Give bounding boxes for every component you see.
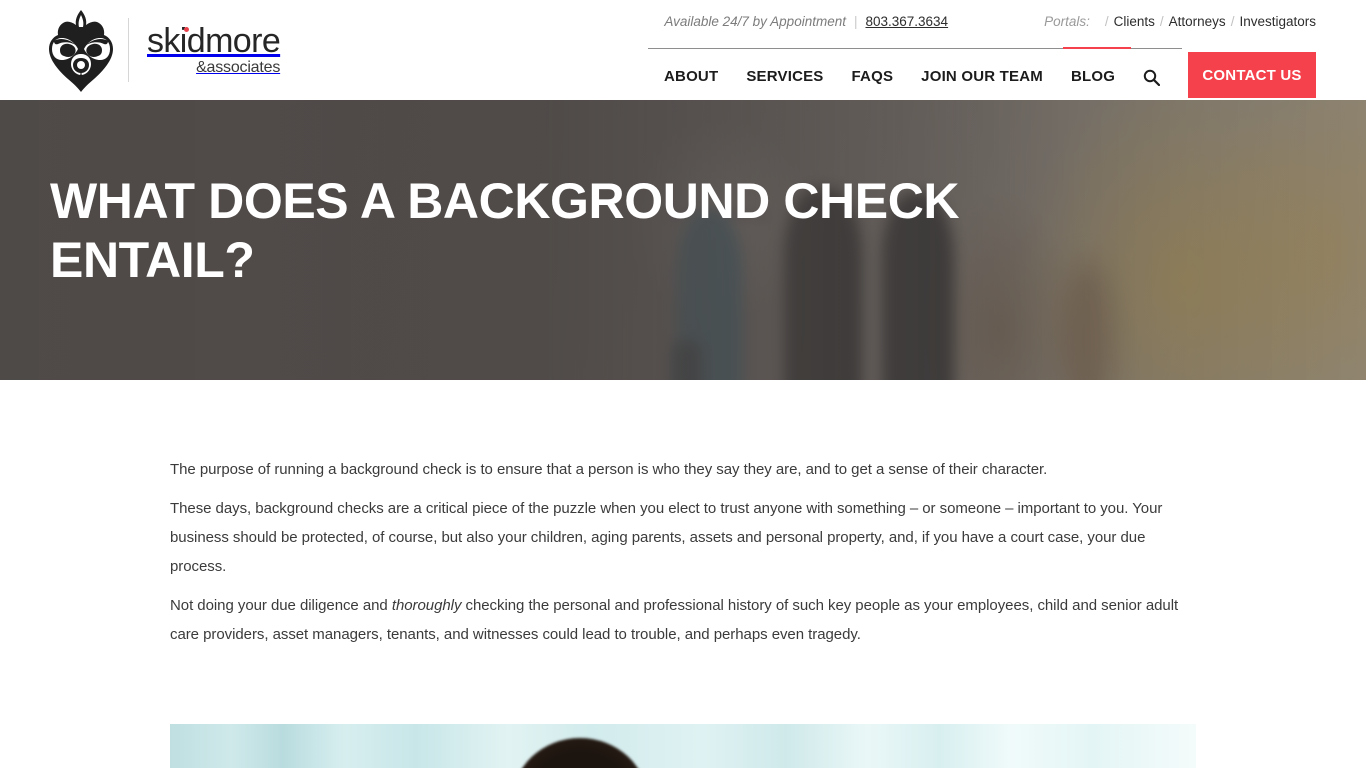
phone-link[interactable]: 803.367.3634 (865, 14, 948, 29)
nav-item-faqs[interactable]: FAQS (838, 56, 908, 98)
article-paragraph-3: Not doing your due diligence and thoroug… (170, 591, 1190, 649)
contact-us-button[interactable]: CONTACT US (1188, 52, 1316, 98)
logo-wordmark: skidmore &associates (147, 22, 281, 77)
nav-item-blog[interactable]: BLOG (1057, 56, 1129, 98)
nav-divider-accent (1063, 47, 1131, 49)
site-header: skidmore &associates Available 24/7 by A… (0, 0, 1366, 100)
utility-bar: Available 24/7 by Appointment | 803.367.… (664, 14, 1316, 29)
logo-subtitle: &associates (196, 59, 281, 76)
owl-mark-icon (49, 10, 113, 92)
main-nav: ABOUT SERVICES FAQS JOIN OUR TEAM BLOG (650, 56, 1174, 98)
photo-person-head (512, 738, 648, 768)
availability-text: Available 24/7 by Appointment (664, 14, 846, 29)
paragraph-3-emphasis: thoroughly (391, 597, 462, 614)
nav-item-about[interactable]: ABOUT (650, 56, 732, 98)
article-paragraph-2: These days, background checks are a crit… (170, 494, 1190, 581)
search-icon[interactable] (1129, 69, 1174, 86)
portal-slash-3: / (1230, 14, 1235, 29)
portals-label: Portals: (1044, 14, 1090, 29)
paragraph-1-lead: The purpose of running a background chec… (170, 461, 1048, 478)
logo-divider (128, 18, 129, 82)
portal-slash-1: / (1104, 14, 1109, 29)
portal-link-attorneys[interactable]: Attorneys (1169, 14, 1226, 29)
portal-slash-2: / (1159, 14, 1164, 29)
page-title: WHAT DOES A BACKGROUND CHECK ENTAIL? (50, 173, 960, 288)
article-paragraph-1: The purpose of running a background chec… (170, 455, 1190, 484)
portal-link-investigators[interactable]: Investigators (1239, 14, 1316, 29)
article-body: The purpose of running a background chec… (170, 455, 1190, 659)
article-photo (170, 724, 1196, 768)
nav-item-join-our-team[interactable]: JOIN OUR TEAM (907, 56, 1057, 98)
hero-banner: WHAT DOES A BACKGROUND CHECK ENTAIL? Thu… (0, 100, 1366, 380)
paragraph-3-lead: Not doing your due diligence and (170, 597, 392, 614)
utility-separator: | (853, 14, 858, 29)
paragraph-2-lead: These days, background checks are a crit… (170, 500, 1163, 575)
logo-name: skidmore (147, 22, 281, 60)
portal-link-clients[interactable]: Clients (1114, 14, 1155, 29)
hero-content: WHAT DOES A BACKGROUND CHECK ENTAIL? Thu… (50, 100, 1170, 380)
logo-link[interactable]: skidmore &associates (46, 6, 281, 94)
logo-red-dot-icon (184, 27, 189, 32)
nav-item-services[interactable]: SERVICES (732, 56, 837, 98)
